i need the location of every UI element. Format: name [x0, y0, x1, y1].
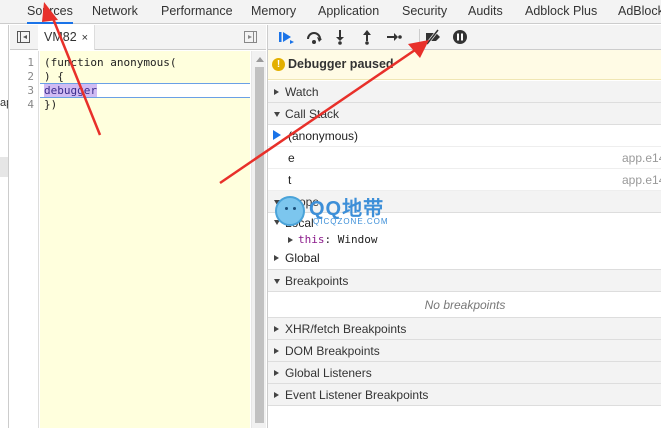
tab-adblock[interactable]: AdBlock	[618, 0, 661, 24]
line-number[interactable]: 3	[27, 84, 34, 97]
call-frame[interactable]: e app.e14	[268, 147, 661, 169]
editor-tab-strip: VM82 ×	[10, 25, 266, 50]
section-event-listener-breakpoints[interactable]: Event Listener Breakpoints	[268, 384, 661, 406]
scroll-up-icon[interactable]	[256, 57, 264, 62]
step-out-icon[interactable]	[358, 29, 376, 45]
line-number[interactable]: 2	[27, 70, 34, 83]
section-global-listeners[interactable]: Global Listeners	[268, 362, 661, 384]
navigator-selected-row[interactable]	[0, 157, 8, 177]
frame-name: e	[288, 151, 295, 165]
navigator-fragment[interactable]: ap	[0, 97, 8, 109]
paused-message: Debugger paused	[288, 57, 394, 71]
section-breakpoints[interactable]: Breakpoints	[268, 270, 661, 292]
property-key: this	[298, 233, 325, 246]
tab-memory[interactable]: Memory	[251, 0, 296, 24]
paused-code-line[interactable]: debugger	[40, 83, 250, 98]
tab-performance[interactable]: Performance	[161, 0, 233, 24]
frame-name: (anonymous)	[288, 129, 359, 143]
close-icon[interactable]: ×	[82, 32, 88, 44]
mascot-icon	[275, 196, 305, 226]
expand-icon	[274, 89, 279, 95]
pause-on-exceptions-icon[interactable]	[451, 29, 469, 45]
scope-label: Global	[285, 251, 320, 265]
section-title: XHR/fetch Breakpoints	[285, 322, 407, 336]
tab-sources[interactable]: Sources	[27, 0, 73, 24]
tab-application[interactable]: Application	[318, 0, 379, 24]
toggle-navigator-icon[interactable]	[17, 31, 30, 43]
step-into-icon[interactable]	[331, 29, 349, 45]
code-line[interactable]: (function anonymous(	[40, 56, 250, 69]
navigator-pane: ap	[0, 25, 9, 428]
devtools-window: Sources Network Performance Memory Appli…	[0, 0, 661, 428]
paused-statement: debugger	[44, 84, 97, 97]
section-dom-breakpoints[interactable]: DOM Breakpoints	[268, 340, 661, 362]
property: this: Window	[298, 233, 377, 246]
tab-security[interactable]: Security	[402, 0, 447, 24]
debugger-toolbar	[268, 25, 661, 50]
paused-banner: ! Debugger paused	[268, 50, 661, 80]
property-value: : Window	[324, 233, 378, 246]
line-gutter[interactable]: 1 2 3 4	[10, 51, 39, 428]
scope-global[interactable]: Global	[268, 249, 661, 270]
section-xhr-breakpoints[interactable]: XHR/fetch Breakpoints	[268, 318, 661, 340]
frame-location[interactable]: app.e14	[622, 173, 661, 187]
section-title: DOM Breakpoints	[285, 344, 380, 358]
section-title: Call Stack	[285, 107, 340, 121]
resume-icon[interactable]	[277, 29, 295, 45]
section-title: Breakpoints	[285, 274, 349, 288]
watermark-url: QICQZONE.COM	[313, 217, 389, 226]
collapse-icon	[274, 279, 280, 284]
devtools-tabbar: Sources Network Performance Memory Appli…	[0, 0, 661, 24]
section-title: Event Listener Breakpoints	[285, 388, 429, 402]
deactivate-breakpoints-icon[interactable]	[424, 29, 442, 45]
line-number[interactable]: 1	[27, 56, 34, 69]
file-tab-vm82[interactable]: VM82 ×	[38, 25, 96, 50]
step-over-icon[interactable]	[305, 29, 323, 45]
current-frame-arrow-icon	[273, 130, 281, 140]
section-call-stack[interactable]: Call Stack	[268, 103, 661, 125]
code-editor[interactable]: (function anonymous( ) { debugger })	[40, 51, 250, 428]
call-frame[interactable]: t app.e14	[268, 169, 661, 191]
section-title: Global Listeners	[285, 366, 372, 380]
frame-location[interactable]: app.e14	[622, 151, 661, 165]
expand-icon	[274, 255, 279, 261]
toolbar-separator	[419, 29, 420, 45]
expand-icon	[274, 370, 279, 376]
frame-name: t	[288, 173, 292, 187]
scroll-thumb[interactable]	[255, 67, 264, 423]
expand-icon	[288, 237, 293, 243]
step-icon[interactable]	[385, 29, 403, 45]
code-line[interactable]: })	[40, 98, 250, 111]
no-breakpoints-note: No breakpoints	[268, 292, 661, 318]
editor-scrollbar[interactable]	[251, 51, 266, 428]
sidebar-blank	[268, 406, 661, 428]
code-line[interactable]: ) {	[40, 70, 250, 83]
section-title: Watch	[285, 85, 319, 99]
line-number[interactable]: 4	[27, 98, 34, 111]
expand-icon	[274, 348, 279, 354]
section-watch[interactable]: Watch	[268, 81, 661, 103]
warning-icon: !	[272, 58, 285, 71]
tab-audits[interactable]: Audits	[468, 0, 503, 24]
file-tab-label: VM82	[44, 30, 77, 44]
expand-icon	[274, 326, 279, 332]
tab-network[interactable]: Network	[92, 0, 138, 24]
expand-icon	[274, 392, 279, 398]
tab-adblock-plus[interactable]: Adblock Plus	[525, 0, 597, 24]
toggle-debugger-icon[interactable]	[244, 31, 257, 43]
watermark-logo: QQ地带 QICQZONE.COM	[275, 190, 405, 234]
collapse-icon	[274, 112, 280, 117]
call-frame-current[interactable]: (anonymous)	[268, 125, 661, 147]
